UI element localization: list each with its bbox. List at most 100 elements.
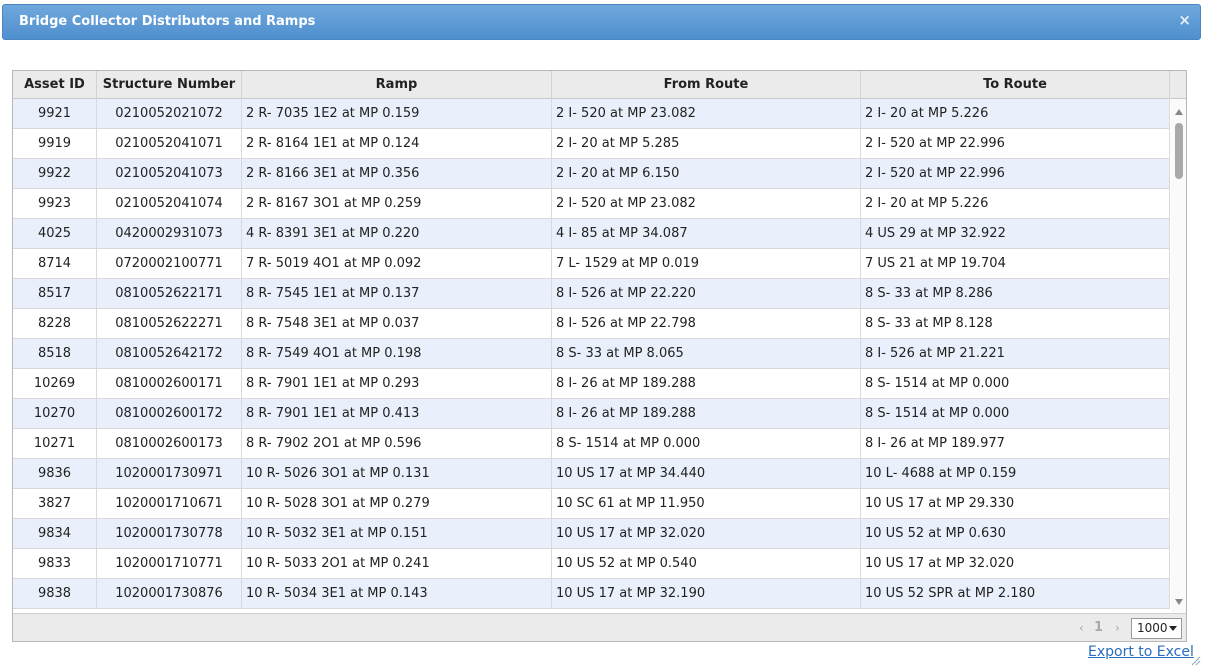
- cell-from-route: 8 I- 26 at MP 189.288: [552, 399, 861, 428]
- page-size-value: 1000: [1137, 621, 1168, 635]
- cell-asset-id: 9833: [13, 549, 97, 578]
- dialog-titlebar[interactable]: Bridge Collector Distributors and Ramps …: [2, 4, 1201, 40]
- cell-from-route: 8 I- 526 at MP 22.220: [552, 279, 861, 308]
- cell-structure-number: 0210052041071: [97, 129, 242, 158]
- table-row[interactable]: 9833 1020001710771 10 R- 5033 2O1 at MP 0.…: [13, 549, 1170, 579]
- cell-asset-id: 3827: [13, 489, 97, 518]
- cell-structure-number: 0810002600171: [97, 369, 242, 398]
- cell-ramp: 2 R- 8164 1E1 at MP 0.124: [242, 129, 552, 158]
- cell-structure-number: 0210052041073: [97, 159, 242, 188]
- cell-structure-number: 1020001730876: [97, 579, 242, 608]
- cell-to-route: 10 US 17 at MP 29.330: [861, 489, 1170, 518]
- cell-asset-id: 9836: [13, 459, 97, 488]
- cell-ramp: 10 R- 5032 3E1 at MP 0.151: [242, 519, 552, 548]
- cell-structure-number: 0210052021072: [97, 99, 242, 128]
- cell-structure-number: 0420002931073: [97, 219, 242, 248]
- cell-structure-number: 1020001730778: [97, 519, 242, 548]
- data-grid: Asset ID Structure Number Ramp From Rout…: [12, 70, 1187, 642]
- cell-ramp: 8 R- 7548 3E1 at MP 0.037: [242, 309, 552, 338]
- export-to-excel-link[interactable]: Export to Excel: [1088, 644, 1194, 660]
- pager-next-button[interactable]: ›: [1115, 621, 1120, 635]
- close-icon[interactable]: ×: [1178, 13, 1191, 28]
- cell-to-route: 2 I- 520 at MP 22.996: [861, 129, 1170, 158]
- table-row[interactable]: 8714 0720002100771 7 R- 5019 4O1 at MP 0.0…: [13, 249, 1170, 279]
- cell-structure-number: 0210052041074: [97, 189, 242, 218]
- cell-asset-id: 8228: [13, 309, 97, 338]
- cell-from-route: 8 I- 26 at MP 189.288: [552, 369, 861, 398]
- cell-to-route: 8 S- 1514 at MP 0.000: [861, 399, 1170, 428]
- cell-ramp: 8 R- 7901 1E1 at MP 0.413: [242, 399, 552, 428]
- cell-asset-id: 9922: [13, 159, 97, 188]
- column-header-structure-number[interactable]: Structure Number: [97, 71, 242, 99]
- pager-page-number[interactable]: 1: [1094, 620, 1103, 635]
- cell-from-route: 8 S- 33 at MP 8.065: [552, 339, 861, 368]
- cell-from-route: 4 I- 85 at MP 34.087: [552, 219, 861, 248]
- chevron-down-icon: [1169, 626, 1177, 631]
- cell-ramp: 8 R- 7902 2O1 at MP 0.596: [242, 429, 552, 458]
- cell-to-route: 7 US 21 at MP 19.704: [861, 249, 1170, 278]
- cell-from-route: 10 US 17 at MP 34.440: [552, 459, 861, 488]
- cell-asset-id: 10269: [13, 369, 97, 398]
- cell-structure-number: 0810002600172: [97, 399, 242, 428]
- table-row[interactable]: 9836 1020001730971 10 R- 5026 3O1 at MP 0.…: [13, 459, 1170, 489]
- cell-from-route: 10 US 17 at MP 32.190: [552, 579, 861, 608]
- cell-structure-number: 0720002100771: [97, 249, 242, 278]
- cell-to-route: 2 I- 20 at MP 5.226: [861, 99, 1170, 128]
- table-row[interactable]: 8518 0810052642172 8 R- 7549 4O1 at MP 0.1…: [13, 339, 1170, 369]
- cell-structure-number: 1020001710771: [97, 549, 242, 578]
- table-row[interactable]: 4025 0420002931073 4 R- 8391 3E1 at MP 0.2…: [13, 219, 1170, 249]
- arrow-down-icon[interactable]: [1175, 599, 1183, 605]
- cell-to-route: 8 I- 526 at MP 21.221: [861, 339, 1170, 368]
- table-row[interactable]: 9922 0210052041073 2 R- 8166 3E1 at MP 0.3…: [13, 159, 1170, 189]
- cell-ramp: 10 R- 5028 3O1 at MP 0.279: [242, 489, 552, 518]
- cell-asset-id: 9921: [13, 99, 97, 128]
- cell-from-route: 2 I- 20 at MP 5.285: [552, 129, 861, 158]
- page-size-select[interactable]: 1000: [1131, 618, 1182, 639]
- column-header-from-route[interactable]: From Route: [552, 71, 861, 99]
- cell-from-route: 10 US 52 at MP 0.540: [552, 549, 861, 578]
- cell-asset-id: 8518: [13, 339, 97, 368]
- cell-to-route: 2 I- 520 at MP 22.996: [861, 159, 1170, 188]
- cell-to-route: 2 I- 20 at MP 5.226: [861, 189, 1170, 218]
- resize-grip-icon[interactable]: [1190, 655, 1201, 666]
- cell-ramp: 10 R- 5026 3O1 at MP 0.131: [242, 459, 552, 488]
- column-header-asset-id[interactable]: Asset ID: [13, 71, 97, 99]
- column-header-to-route[interactable]: To Route: [861, 71, 1170, 99]
- pager-prev-button[interactable]: ‹: [1079, 621, 1084, 635]
- cell-to-route: 8 S- 1514 at MP 0.000: [861, 369, 1170, 398]
- cell-ramp: 10 R- 5033 2O1 at MP 0.241: [242, 549, 552, 578]
- cell-structure-number: 0810002600173: [97, 429, 242, 458]
- cell-to-route: 10 L- 4688 at MP 0.159: [861, 459, 1170, 488]
- cell-asset-id: 8714: [13, 249, 97, 278]
- table-row[interactable]: 9838 1020001730876 10 R- 5034 3E1 at MP 0.…: [13, 579, 1170, 609]
- column-header-ramp[interactable]: Ramp: [242, 71, 552, 99]
- cell-to-route: 8 S- 33 at MP 8.286: [861, 279, 1170, 308]
- cell-to-route: 10 US 17 at MP 32.020: [861, 549, 1170, 578]
- table-row[interactable]: 9919 0210052041071 2 R- 8164 1E1 at MP 0.1…: [13, 129, 1170, 159]
- table-row[interactable]: 9923 0210052041074 2 R- 8167 3O1 at MP 0.2…: [13, 189, 1170, 219]
- cell-ramp: 10 R- 5034 3E1 at MP 0.143: [242, 579, 552, 608]
- cell-from-route: 2 I- 20 at MP 6.150: [552, 159, 861, 188]
- cell-asset-id: 8517: [13, 279, 97, 308]
- table-row[interactable]: 3827 1020001710671 10 R- 5028 3O1 at MP 0.…: [13, 489, 1170, 519]
- scroll-thumb[interactable]: [1175, 123, 1183, 179]
- cell-asset-id: 9919: [13, 129, 97, 158]
- cell-from-route: 10 SC 61 at MP 11.950: [552, 489, 861, 518]
- arrow-up-icon[interactable]: [1175, 109, 1183, 115]
- table-row[interactable]: 10269 0810002600171 8 R- 7901 1E1 at MP 0.…: [13, 369, 1170, 399]
- cell-from-route: 2 I- 520 at MP 23.082: [552, 189, 861, 218]
- cell-ramp: 8 R- 7545 1E1 at MP 0.137: [242, 279, 552, 308]
- grid-header: Asset ID Structure Number Ramp From Rout…: [13, 71, 1186, 99]
- vertical-scrollbar[interactable]: [1171, 99, 1186, 613]
- table-row[interactable]: 10270 0810002600172 8 R- 7901 1E1 at MP 0.…: [13, 399, 1170, 429]
- table-row[interactable]: 8228 0810052622271 8 R- 7548 3E1 at MP 0.0…: [13, 309, 1170, 339]
- cell-from-route: 7 L- 1529 at MP 0.019: [552, 249, 861, 278]
- table-row[interactable]: 9834 1020001730778 10 R- 5032 3E1 at MP 0.…: [13, 519, 1170, 549]
- table-row[interactable]: 8517 0810052622171 8 R- 7545 1E1 at MP 0.1…: [13, 279, 1170, 309]
- cell-to-route: 10 US 52 at MP 0.630: [861, 519, 1170, 548]
- table-row[interactable]: 9921 0210052021072 2 R- 7035 1E2 at MP 0.1…: [13, 99, 1170, 129]
- cell-ramp: 2 R- 8167 3O1 at MP 0.259: [242, 189, 552, 218]
- cell-to-route: 10 US 52 SPR at MP 2.180: [861, 579, 1170, 608]
- dialog: Bridge Collector Distributors and Ramps …: [0, 0, 1205, 669]
- table-row[interactable]: 10271 0810002600173 8 R- 7902 2O1 at MP 0.…: [13, 429, 1170, 459]
